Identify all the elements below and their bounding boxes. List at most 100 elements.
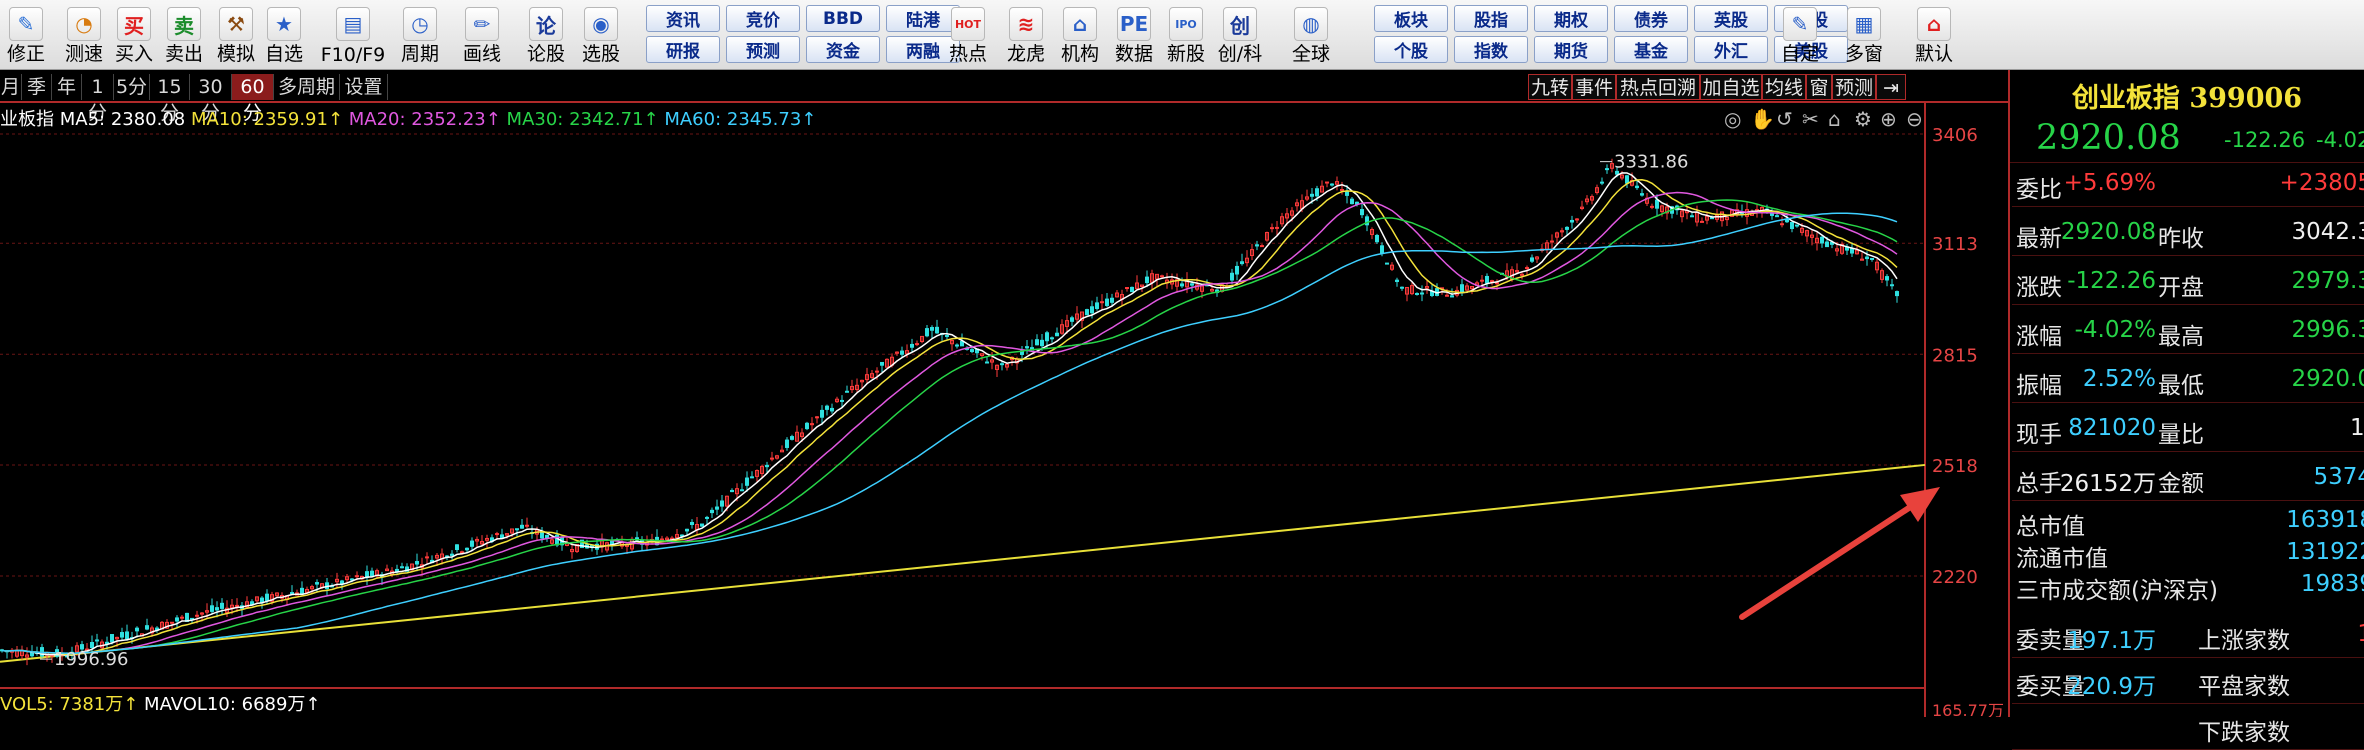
candle-body <box>1260 245 1264 248</box>
candle-body <box>1055 332 1059 337</box>
candle-body <box>1125 287 1129 290</box>
candle-body <box>315 582 319 585</box>
candle-body <box>1375 234 1379 243</box>
candle-body <box>1485 275 1489 284</box>
candle-body <box>700 523 704 527</box>
candle-body <box>1415 292 1419 295</box>
candle-body <box>1385 262 1389 265</box>
zoom-in-icon: ⊕ <box>1880 107 1897 131</box>
candle-body <box>1040 339 1044 347</box>
scissors-icon: ✂ <box>1802 107 1819 131</box>
hand-icon: ✋ <box>1750 107 1775 131</box>
candle-body <box>1530 257 1534 262</box>
quote-row: 最新 2920.08 昨收 3042.3 <box>2012 211 2364 256</box>
candle-body <box>525 524 529 527</box>
quote-label: 昨收 <box>2158 226 2204 252</box>
candle-body <box>740 489 744 492</box>
index-title: 创业板指 399006 <box>2071 83 2303 114</box>
candle-body <box>1780 223 1784 226</box>
candle-body <box>925 328 929 337</box>
candle-body <box>880 361 884 366</box>
candle-body <box>1850 248 1854 254</box>
candle-body <box>125 631 129 640</box>
candle-body <box>400 566 404 569</box>
quote-value: -122.26 <box>2067 268 2156 294</box>
quote-value: +5.69% <box>2063 170 2156 196</box>
candle-body <box>1350 198 1354 205</box>
candle-body <box>1340 189 1344 192</box>
candle-body <box>515 528 519 531</box>
candle-body <box>1785 219 1789 223</box>
quote-label: 最高 <box>2158 324 2204 350</box>
volume-legend: VOL5: 7381万↑ MAVOL10: 6689万↑ <box>0 694 321 715</box>
candle-body <box>770 457 774 460</box>
candle-body <box>830 407 834 412</box>
quote-label: 开盘 <box>2158 275 2204 301</box>
candle-body <box>1180 283 1184 287</box>
candle-body <box>1110 297 1114 303</box>
ma5-line <box>1 172 1898 656</box>
ma-legend-item: MA20: 2352.23↑ <box>349 109 507 130</box>
quote-value: 821020 <box>2068 415 2156 441</box>
candle-body <box>720 500 724 507</box>
candle-body <box>195 614 199 617</box>
price-change: -122.26 <box>2224 128 2306 152</box>
candle-body <box>170 621 174 624</box>
quote-row: 振幅 2.52% 最低 2920.0 <box>2012 358 2364 403</box>
candle-body <box>930 327 934 331</box>
legend-symbol: 业板指 <box>0 109 60 130</box>
quote-value: 3042.3 <box>2291 219 2364 245</box>
quote-label: 涨幅 <box>2016 324 2062 350</box>
candle-body <box>1790 221 1794 230</box>
quote-label: 三市成交额(沪深京) <box>2016 578 2218 604</box>
kline-chart[interactable]: 3406 3113 2815 2518 2220 业板指 MA5: 2380.08 MA1… <box>0 0 2010 717</box>
ma-legend-item: MA10: 2359.91↑ <box>191 109 349 130</box>
candle-body <box>1400 286 1404 289</box>
candle-body <box>135 627 139 632</box>
candle-body <box>1865 256 1869 260</box>
candle-body <box>495 533 499 536</box>
candle-body <box>1885 276 1889 281</box>
price-change-pct: -4.02% <box>2316 128 2364 152</box>
candle-body <box>910 343 914 348</box>
quote-label: 下跌家数 <box>2198 720 2290 746</box>
candle-body <box>955 344 959 347</box>
quote-value: 2996.3 <box>2291 317 2364 343</box>
candle-body <box>790 436 794 440</box>
quote-label: 委比 <box>2016 177 2062 203</box>
quote-value: 26152万 <box>2059 471 2156 497</box>
candle-body <box>460 551 464 554</box>
market-value-row: 三市成交额(沪深京) 19839 <box>2012 569 2364 604</box>
candle-body <box>370 570 374 577</box>
candle-body <box>730 489 734 493</box>
quote-value: 163918 <box>2286 507 2364 533</box>
candle-body <box>215 607 219 611</box>
candle-body <box>465 547 469 551</box>
candle-body <box>1130 286 1134 293</box>
candle-body <box>1795 224 1799 227</box>
current-price: 2920.08 <box>2036 118 2181 158</box>
candle-body <box>825 405 829 410</box>
candle-body <box>1700 220 1704 223</box>
candle-body <box>520 524 524 529</box>
candle-body <box>1460 284 1464 293</box>
candle-body <box>710 509 714 514</box>
candle-body <box>290 592 294 595</box>
candle-body <box>1395 279 1399 283</box>
candle-body <box>1895 291 1899 297</box>
quote-label: 最新 <box>2016 226 2062 252</box>
quote-label: 总手 <box>2016 471 2062 497</box>
quote-value: 1 <box>2357 621 2364 647</box>
quote-label: 量比 <box>2158 422 2204 448</box>
quote-panel: 创业板指 399006 2920.08 -122.26 -4.02% 委比+5.… <box>2008 70 2364 750</box>
candle-body <box>175 617 179 622</box>
candle-body <box>785 439 789 448</box>
candle-body <box>1145 276 1149 284</box>
candle-body <box>265 593 269 601</box>
candle-body <box>820 409 824 418</box>
candle-body <box>235 604 239 607</box>
candle-body <box>1095 302 1099 309</box>
quote-value: 197.1万 <box>2067 628 2156 654</box>
eye-icon: ◎ <box>1724 107 1741 131</box>
candle-body <box>1325 181 1329 184</box>
